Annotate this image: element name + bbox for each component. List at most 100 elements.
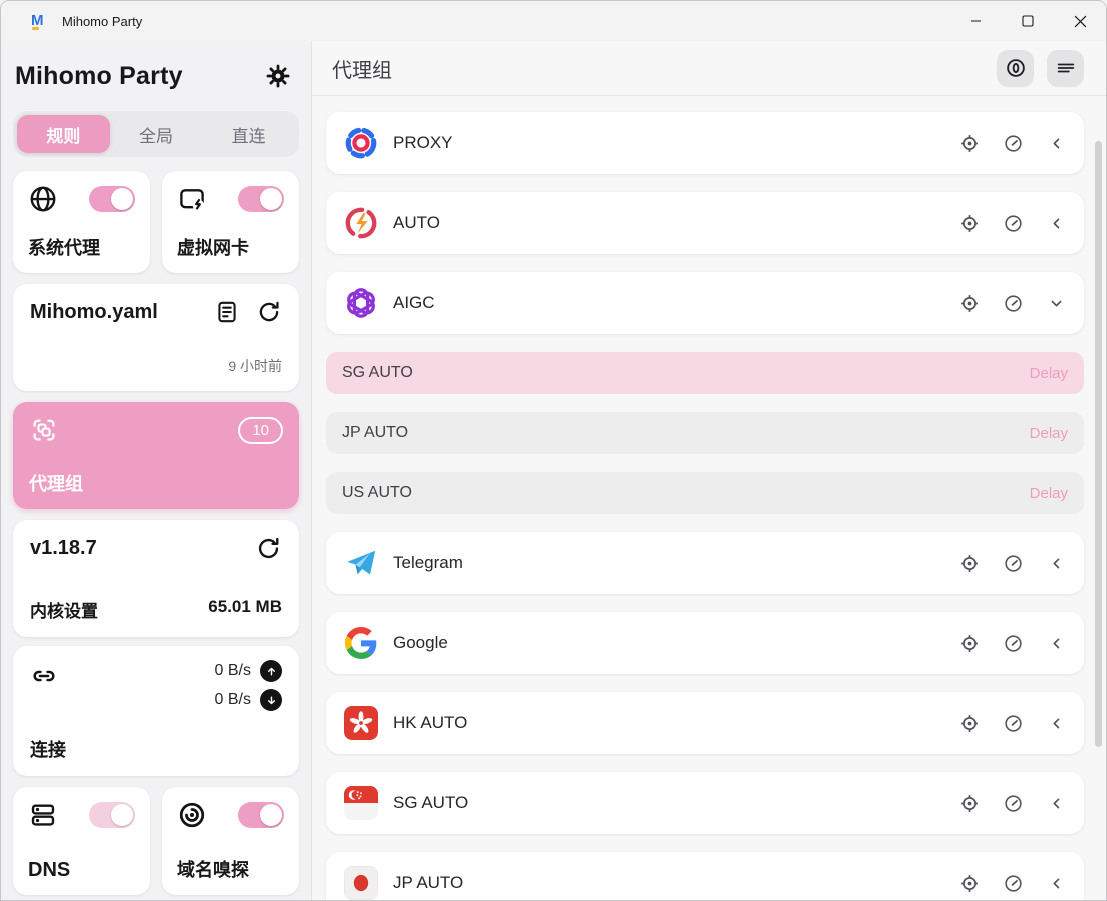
sniffing-label: 域名嗅探 [177,856,284,882]
speed-gauge-icon[interactable] [1003,713,1024,734]
gear-icon [264,62,292,90]
profile-name: Mihomo.yaml [30,301,158,324]
download-speed: 0 B/s [215,691,251,709]
group-row-auto[interactable]: AUTO [326,192,1084,254]
connections-card[interactable]: 0 B/s 0 B/s [13,646,299,776]
chevron-left-icon[interactable] [1047,794,1066,813]
speed-gauge-icon[interactable] [1003,213,1024,234]
proxy-node-name: US AUTO [342,484,412,502]
proxy-groups-count-badge: 10 [238,417,283,444]
core-settings-label: 内核设置 [30,597,98,622]
scan-group-icon [29,415,59,445]
proxy-shutter-icon [344,126,378,160]
hk-flag-icon [344,706,378,740]
group-name: Telegram [393,553,463,573]
speed-gauge-icon[interactable] [1003,133,1024,154]
chevron-left-icon[interactable] [1047,554,1066,573]
proxy-node-name: JP AUTO [342,424,408,442]
proxy-node-row[interactable]: JP AUTO Delay [326,412,1084,454]
group-row-aigc[interactable]: AIGC [326,272,1084,334]
download-arrow-icon [260,689,282,711]
system-proxy-toggle[interactable] [89,186,135,212]
group-row-proxy[interactable]: PROXY [326,112,1084,174]
profile-card[interactable]: Mihomo.yaml 9 小时前 [13,284,299,391]
core-version: v1.18.7 [30,537,97,560]
chevron-left-icon[interactable] [1047,634,1066,653]
system-proxy-label: 系统代理 [28,234,135,260]
tab-rule[interactable]: 规则 [17,115,110,153]
speed-gauge-icon[interactable] [1003,873,1024,894]
tab-direct[interactable]: 直连 [202,115,295,153]
proxy-node-row[interactable]: US AUTO Delay [326,472,1084,514]
minimize-button[interactable] [950,1,1002,41]
group-name: PROXY [393,133,453,153]
lines-button[interactable] [1047,50,1084,87]
system-proxy-card[interactable]: 系统代理 [13,171,150,273]
chevron-left-icon[interactable] [1047,714,1066,733]
proxy-node-name: SG AUTO [342,364,413,382]
app-window: M Mihomo Party Mihomo Party [0,0,1107,901]
delay-label[interactable]: Delay [1030,425,1068,442]
settings-button[interactable] [261,59,295,93]
app-logo-accent [32,27,39,30]
circle-zero-icon [1005,57,1027,79]
locate-target-icon[interactable] [959,133,980,154]
locate-target-icon[interactable] [959,293,980,314]
group-row-hk-auto[interactable]: HK AUTO [326,692,1084,754]
speed-gauge-icon[interactable] [1003,633,1024,654]
document-icon[interactable] [214,299,240,325]
locate-target-icon[interactable] [959,873,980,894]
virtual-nic-toggle[interactable] [238,186,284,212]
scrollbar-thumb[interactable] [1095,141,1102,747]
sg-flag-icon [344,786,378,820]
group-name: JP AUTO [393,873,463,893]
openai-icon [344,286,378,320]
group-name: AUTO [393,213,440,233]
locate-target-icon[interactable] [959,553,980,574]
tun-card-icon [177,184,207,214]
profile-updated-time: 9 小时前 [30,356,282,376]
speed-gauge-icon[interactable] [1003,293,1024,314]
group-row-jp-auto[interactable]: JP AUTO [326,852,1084,901]
locate-target-icon[interactable] [959,793,980,814]
dns-card[interactable]: DNS [13,787,150,895]
speed-gauge-icon[interactable] [1003,553,1024,574]
sidebar: Mihomo Party [1,41,312,900]
proxy-groups-card[interactable]: 10 代理组 [13,402,299,509]
locate-target-icon[interactable] [959,633,980,654]
delay-label[interactable]: Delay [1030,485,1068,502]
sniffing-toggle[interactable] [238,802,284,828]
virtual-nic-label: 虚拟网卡 [177,234,284,260]
chevron-left-icon[interactable] [1047,214,1066,233]
dns-toggle[interactable] [89,802,135,828]
group-row-google[interactable]: Google [326,612,1084,674]
proxy-node-row[interactable]: SG AUTO Delay [326,352,1084,394]
refresh-icon[interactable] [255,535,282,562]
locate-target-icon[interactable] [959,213,980,234]
connections-label: 连接 [30,736,282,762]
virtual-nic-card[interactable]: 虚拟网卡 [162,171,299,273]
main-panel: 代理组 [312,41,1106,900]
core-card[interactable]: v1.18.7 内核设置 65.01 MB [13,520,299,637]
sniff-radar-icon [177,800,207,830]
upload-speed: 0 B/s [215,662,251,680]
speed-gauge-icon[interactable] [1003,793,1024,814]
dns-label: DNS [28,859,135,882]
core-memory-value: 65.01 MB [208,597,282,622]
delay-label[interactable]: Delay [1030,365,1068,382]
chevron-down-icon[interactable] [1047,294,1066,313]
page-title: 代理组 [332,54,392,83]
close-button[interactable] [1054,1,1106,41]
group-name: HK AUTO [393,713,467,733]
group-row-sg-auto[interactable]: SG AUTO [326,772,1084,834]
chevron-left-icon[interactable] [1047,134,1066,153]
circle-zero-button[interactable] [997,50,1034,87]
refresh-icon[interactable] [256,299,282,325]
tab-global[interactable]: 全局 [110,115,203,153]
locate-target-icon[interactable] [959,713,980,734]
group-row-telegram[interactable]: Telegram [326,532,1084,594]
maximize-button[interactable] [1002,1,1054,41]
server-stack-icon [28,800,58,830]
sniffing-card[interactable]: 域名嗅探 [162,787,299,895]
chevron-left-icon[interactable] [1047,874,1066,893]
